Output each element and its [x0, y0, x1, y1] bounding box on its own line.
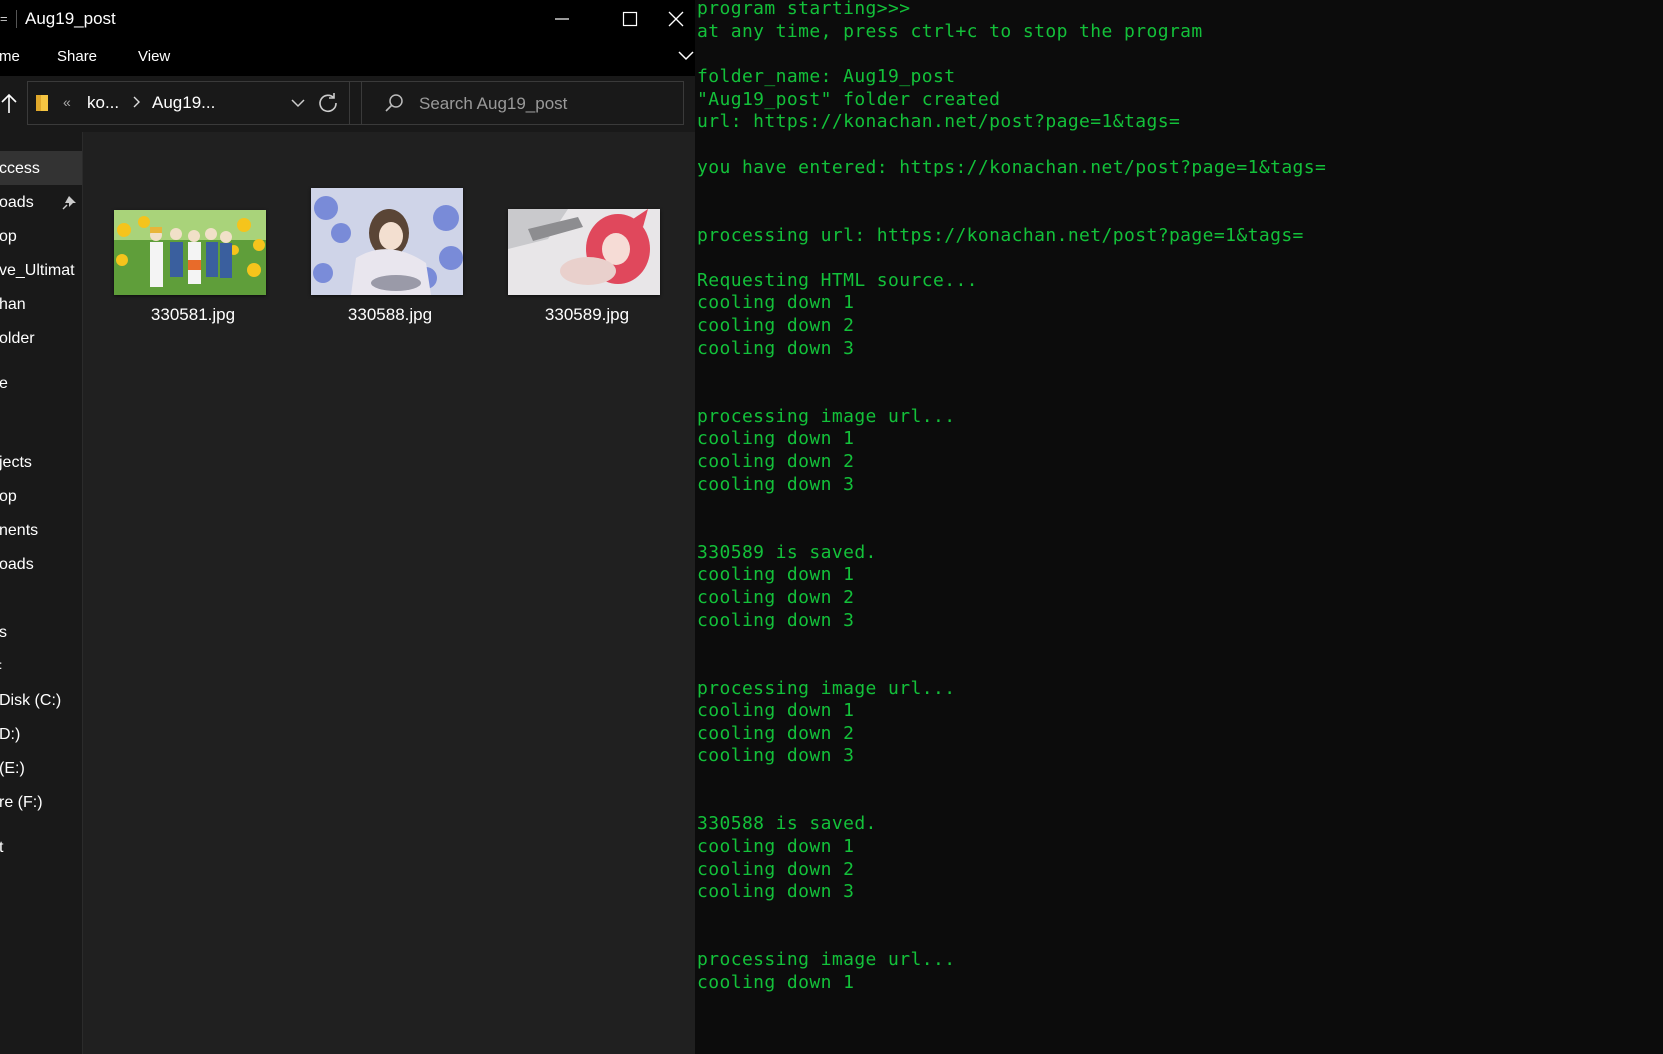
terminal-line: cooling down 1 [697, 428, 855, 450]
terminal-line: cooling down 3 [697, 745, 855, 767]
terminal-line: cooling down 2 [697, 722, 855, 744]
terminal-line: cooling down 3 [697, 881, 855, 903]
terminal-line: at any time, press ctrl+c to stop the pr… [697, 20, 1203, 42]
close-icon [668, 11, 684, 27]
terminal-line: "Aug19_post" folder created [697, 88, 1001, 110]
terminal-line: cooling down 1 [697, 700, 855, 722]
terminal-line: processing image url... [697, 405, 956, 427]
search-placeholder: Search Aug19_post [419, 94, 568, 113]
expand-ribbon-chevron-icon[interactable] [678, 50, 694, 62]
image-thumbnail [114, 210, 266, 295]
terminal-line: Requesting HTML source... [697, 269, 978, 291]
nav-item-folder[interactable]: older [0, 330, 35, 348]
search-box[interactable]: Search Aug19_post [361, 81, 684, 125]
terminal-line: cooling down 2 [697, 451, 855, 472]
navigation-pane: ccess oads op ve_Ultimat han older e jec… [0, 132, 83, 1054]
nav-item-3d-objects[interactable]: jects [0, 454, 32, 472]
file-name: 330581.jpg [150, 305, 236, 324]
terminal-line: 330588 is saved. [697, 813, 877, 835]
breadcrumb-item-parent[interactable]: ko... [87, 93, 119, 113]
tab-view[interactable]: View [138, 48, 170, 65]
terminal-line: cooling down 3 [697, 473, 855, 495]
pin-icon [62, 196, 76, 210]
title-separator [16, 10, 17, 28]
nav-item-desktop-2[interactable]: op [0, 488, 17, 506]
nav-item-quick-access[interactable]: ccess [0, 160, 40, 178]
folder-icon [36, 95, 48, 111]
terminal-line: url: https://konachan.net/post?page=1&ta… [697, 111, 1181, 133]
address-dropdown-chevron-icon[interactable] [290, 98, 306, 110]
minimize-button[interactable] [528, 0, 596, 38]
terminal-window: program starting>>> at any time, press ct… [696, 0, 1663, 1054]
refresh-divider [349, 81, 350, 125]
terminal-line: cooling down 1 [697, 836, 855, 858]
nav-item-folder-ultimate[interactable]: ve_Ultimat [0, 262, 75, 280]
address-bar[interactable]: « ko... Aug19... [27, 81, 365, 125]
nav-item-videos[interactable]: s [0, 624, 7, 642]
nav-item-desktop[interactable]: op [0, 228, 17, 246]
nav-item-documents[interactable]: nents [0, 522, 38, 540]
terminal-line: cooling down 2 [697, 315, 855, 337]
nav-item-drive-e[interactable]: (E:) [0, 760, 25, 778]
terminal-line: program starting>>> [697, 0, 911, 19]
nav-item-downloads-2[interactable]: oads [0, 556, 34, 574]
tab-home[interactable]: me [0, 48, 20, 65]
breadcrumb-overflow[interactable]: « [63, 94, 71, 110]
nav-item-local-disk-c[interactable]: Disk (C:) [0, 692, 61, 710]
close-button[interactable] [664, 0, 695, 38]
terminal-line: processing url: https://konachan.net/pos… [697, 224, 1304, 246]
minimize-icon [555, 18, 569, 20]
nav-item-konachan[interactable]: han [0, 296, 26, 314]
maximize-button[interactable] [596, 0, 664, 38]
address-row: « ko... Aug19... Search Aug19_post [0, 78, 695, 132]
refresh-icon[interactable] [317, 92, 339, 114]
terminal-line: cooling down 3 [697, 609, 855, 631]
maximize-icon [622, 11, 638, 27]
nav-item-network[interactable]: t [0, 839, 3, 857]
nav-item-drive-f[interactable]: re (F:) [0, 794, 43, 812]
terminal-line: cooling down 1 [697, 971, 855, 993]
terminal-line: cooling down 2 [697, 858, 855, 880]
terminal-line: cooling down 3 [697, 337, 855, 359]
window-title: Aug19_post [25, 9, 116, 28]
ribbon-tabs: me Share View [0, 38, 695, 76]
quick-access-toolbar-edge[interactable]: = [0, 11, 8, 26]
nav-item-drive-d[interactable]: D:) [0, 726, 20, 744]
terminal-line: processing image url... [697, 949, 956, 971]
breadcrumb-chevron-right-icon[interactable] [132, 96, 142, 108]
terminal-line: folder_name: Aug19_post [697, 65, 956, 87]
file-name: 330588.jpg [347, 305, 433, 324]
file-explorer-window: = Aug19_post me Share View « ko... Aug19… [0, 0, 695, 1054]
terminal-line: you have entered: https://konachan.net/p… [697, 156, 1327, 178]
terminal-line: 330589 is saved. [697, 541, 877, 563]
terminal-line: cooling down 1 [697, 292, 855, 314]
nav-item-collapsed[interactable]: : [0, 658, 2, 672]
file-name: 330589.jpg [544, 305, 630, 324]
title-bar[interactable]: = Aug19_post [0, 0, 695, 38]
terminal-line: processing image url... [697, 677, 956, 699]
image-thumbnail [508, 209, 660, 295]
breadcrumb-item-current[interactable]: Aug19... [152, 93, 215, 113]
terminal-line: cooling down 2 [697, 586, 855, 608]
file-list-area: 330581.jpg 330588.jpg 330589.jpg [83, 132, 695, 1054]
terminal-line: cooling down 1 [697, 564, 855, 586]
nav-item-downloads[interactable]: oads [0, 194, 34, 212]
up-arrow-icon[interactable] [0, 92, 20, 114]
nav-item-onedrive[interactable]: e [0, 375, 8, 393]
tab-share[interactable]: Share [57, 48, 97, 65]
search-icon [385, 94, 403, 112]
image-thumbnail [311, 188, 463, 295]
